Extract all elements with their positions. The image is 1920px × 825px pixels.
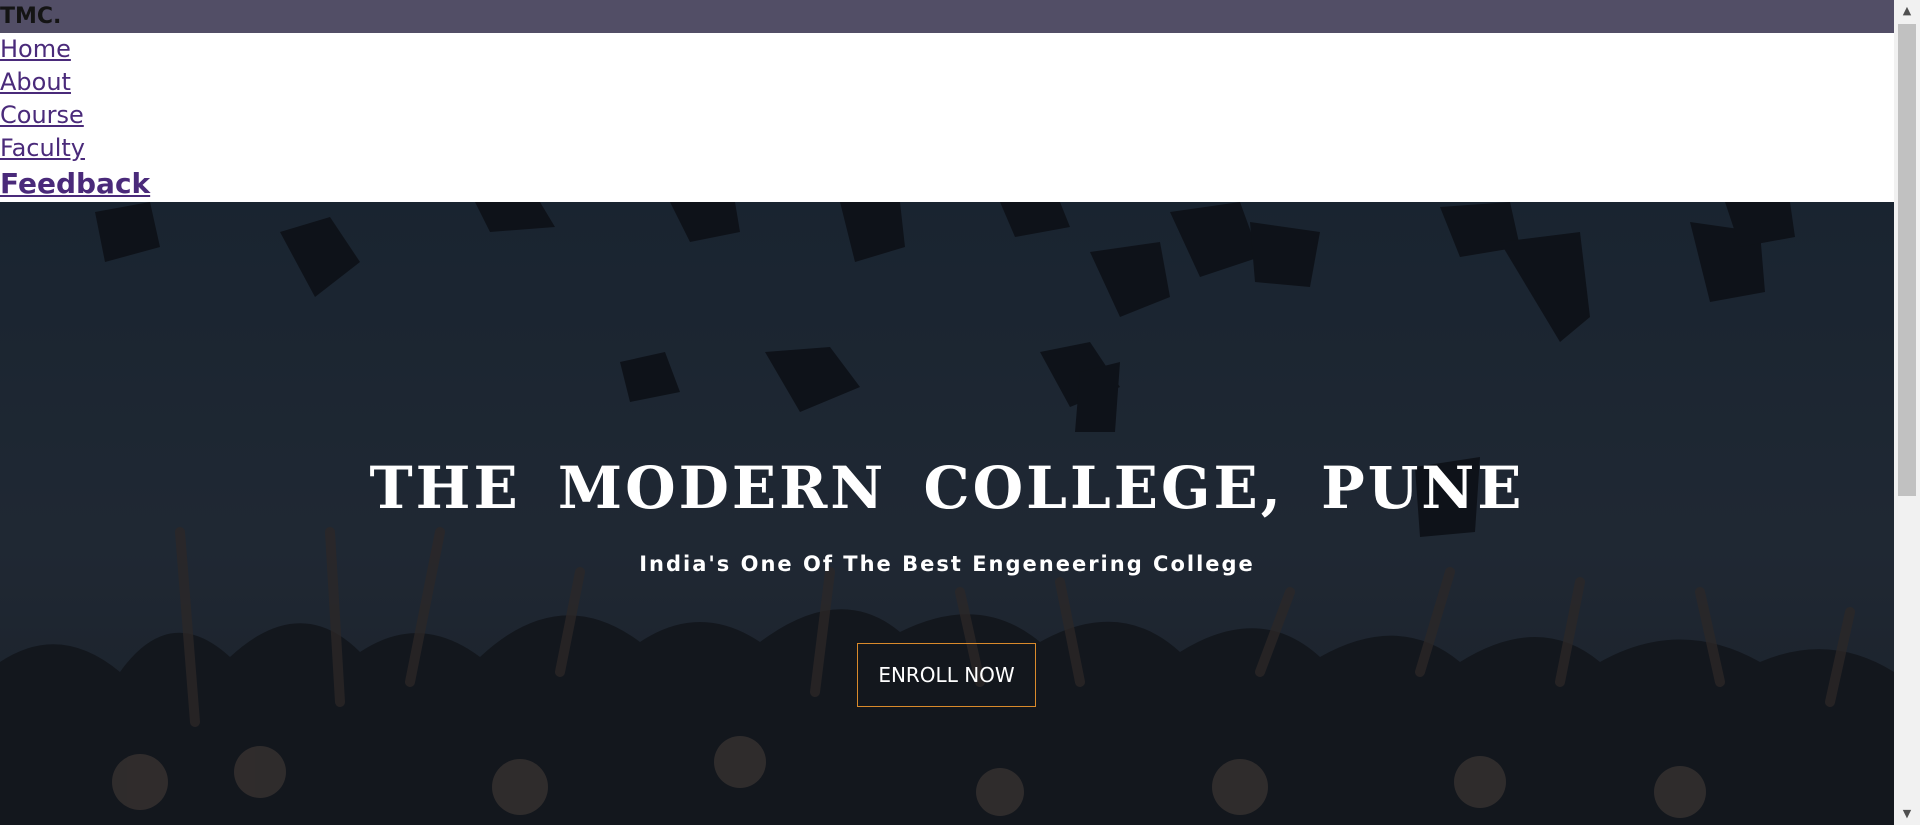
- nav-link-about[interactable]: About: [0, 66, 71, 99]
- enroll-now-button[interactable]: ENROLL NOW: [857, 643, 1036, 707]
- hero-content: THE MODERN COLLEGE, PUNE India's One Of …: [0, 202, 1894, 825]
- nav-link-course[interactable]: Course: [0, 99, 84, 132]
- scrollbar-thumb[interactable]: [1898, 24, 1916, 496]
- nav-link-feedback[interactable]: Feedback: [0, 165, 150, 202]
- hero-banner: THE MODERN COLLEGE, PUNE India's One Of …: [0, 202, 1894, 825]
- scroll-down-arrow-icon[interactable]: ▼: [1894, 803, 1920, 825]
- nav-link-home[interactable]: Home: [0, 33, 71, 66]
- scroll-up-arrow-icon[interactable]: ▲: [1894, 0, 1920, 22]
- hero-subtitle: India's One Of The Best Engeneering Coll…: [639, 552, 1255, 576]
- brand-logo[interactable]: TMC.: [0, 0, 61, 33]
- nav-menu: Home About Course Faculty Feedback: [0, 33, 1894, 202]
- top-bar: TMC.: [0, 0, 1894, 33]
- page-scrollbar[interactable]: ▲ ▼: [1894, 0, 1920, 825]
- hero-title: THE MODERN COLLEGE, PUNE: [369, 454, 1525, 522]
- nav-link-faculty[interactable]: Faculty: [0, 132, 85, 165]
